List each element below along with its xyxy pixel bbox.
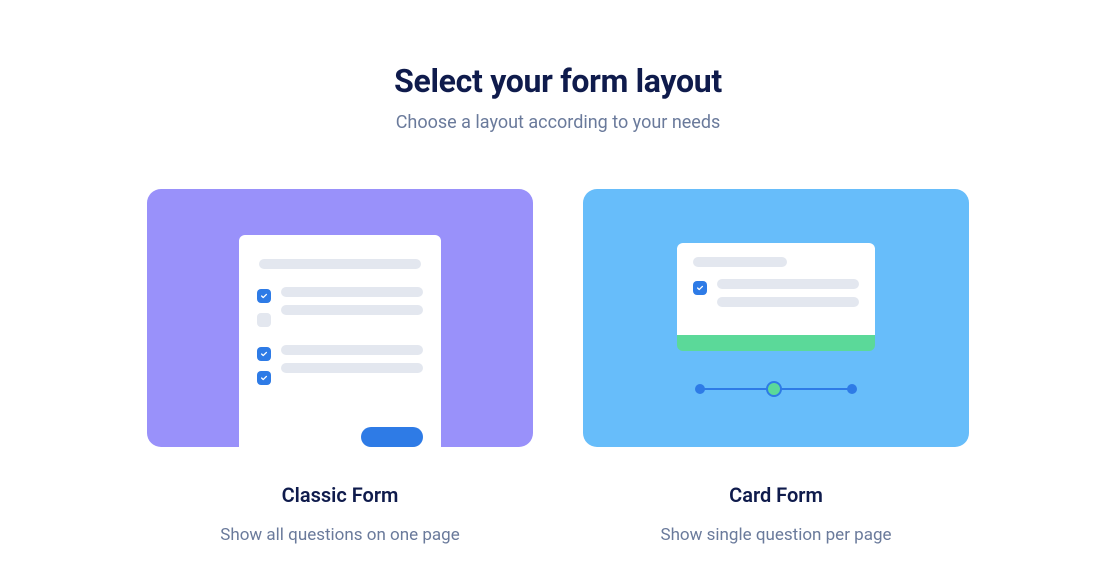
option-card-form[interactable]: Card Form Show single question per page (583, 189, 969, 545)
option-classic-form[interactable]: Classic Form Show all questions on one p… (147, 189, 533, 545)
placeholder-line (717, 297, 859, 307)
checkbox-checked-icon (257, 371, 271, 385)
option-title-classic: Classic Form (282, 483, 399, 507)
card-form-preview (583, 189, 969, 447)
page-subtitle: Choose a layout according to your needs (396, 112, 721, 133)
placeholder-line (717, 279, 859, 289)
page-title: Select your form layout (394, 62, 722, 100)
option-description-classic: Show all questions on one page (220, 525, 459, 545)
submit-button-icon (361, 427, 423, 447)
stepper-icon (695, 382, 857, 396)
placeholder-line (693, 257, 787, 267)
checkbox-checked-icon (257, 347, 271, 361)
placeholder-check-row (693, 279, 859, 307)
stepper-dot-icon (847, 384, 857, 394)
stepper-dot-icon (695, 384, 705, 394)
placeholder-line (281, 287, 423, 297)
placeholder-line (259, 259, 421, 269)
progress-bar-icon (677, 335, 875, 351)
option-title-card: Card Form (729, 483, 823, 507)
checkbox-checked-icon (693, 281, 707, 295)
checkbox-checked-icon (257, 289, 271, 303)
classic-form-preview (147, 189, 533, 447)
placeholder-check-row (257, 287, 423, 327)
card-box-icon (677, 243, 875, 335)
stepper-dot-active-icon (766, 381, 782, 397)
layout-options: Classic Form Show all questions on one p… (147, 189, 969, 545)
checkbox-unchecked-icon (257, 313, 271, 327)
classic-page-icon (239, 235, 441, 447)
placeholder-line (281, 345, 423, 355)
option-description-card: Show single question per page (660, 525, 891, 545)
placeholder-line (281, 363, 423, 373)
placeholder-line (281, 305, 423, 315)
placeholder-check-row (257, 345, 423, 385)
